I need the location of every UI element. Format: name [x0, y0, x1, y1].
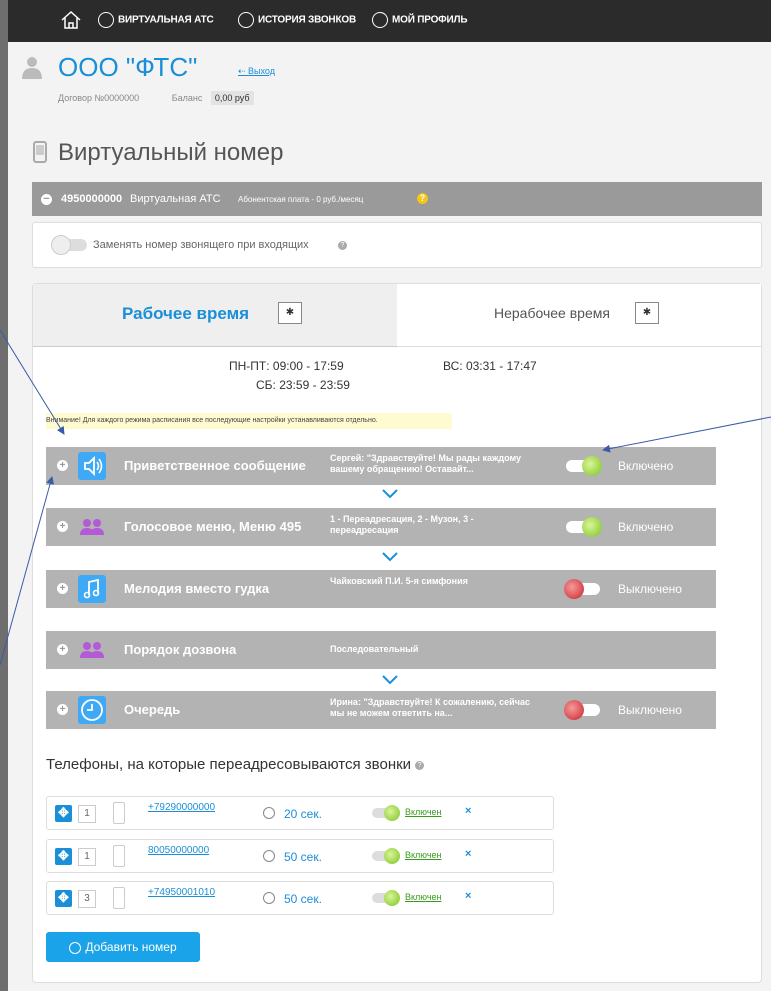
- annotation-arrows: [0, 329, 771, 666]
- annotation-arrow: [602, 416, 771, 453]
- annotation-arrow: [0, 329, 65, 435]
- annotation-arrow: [0, 476, 54, 666]
